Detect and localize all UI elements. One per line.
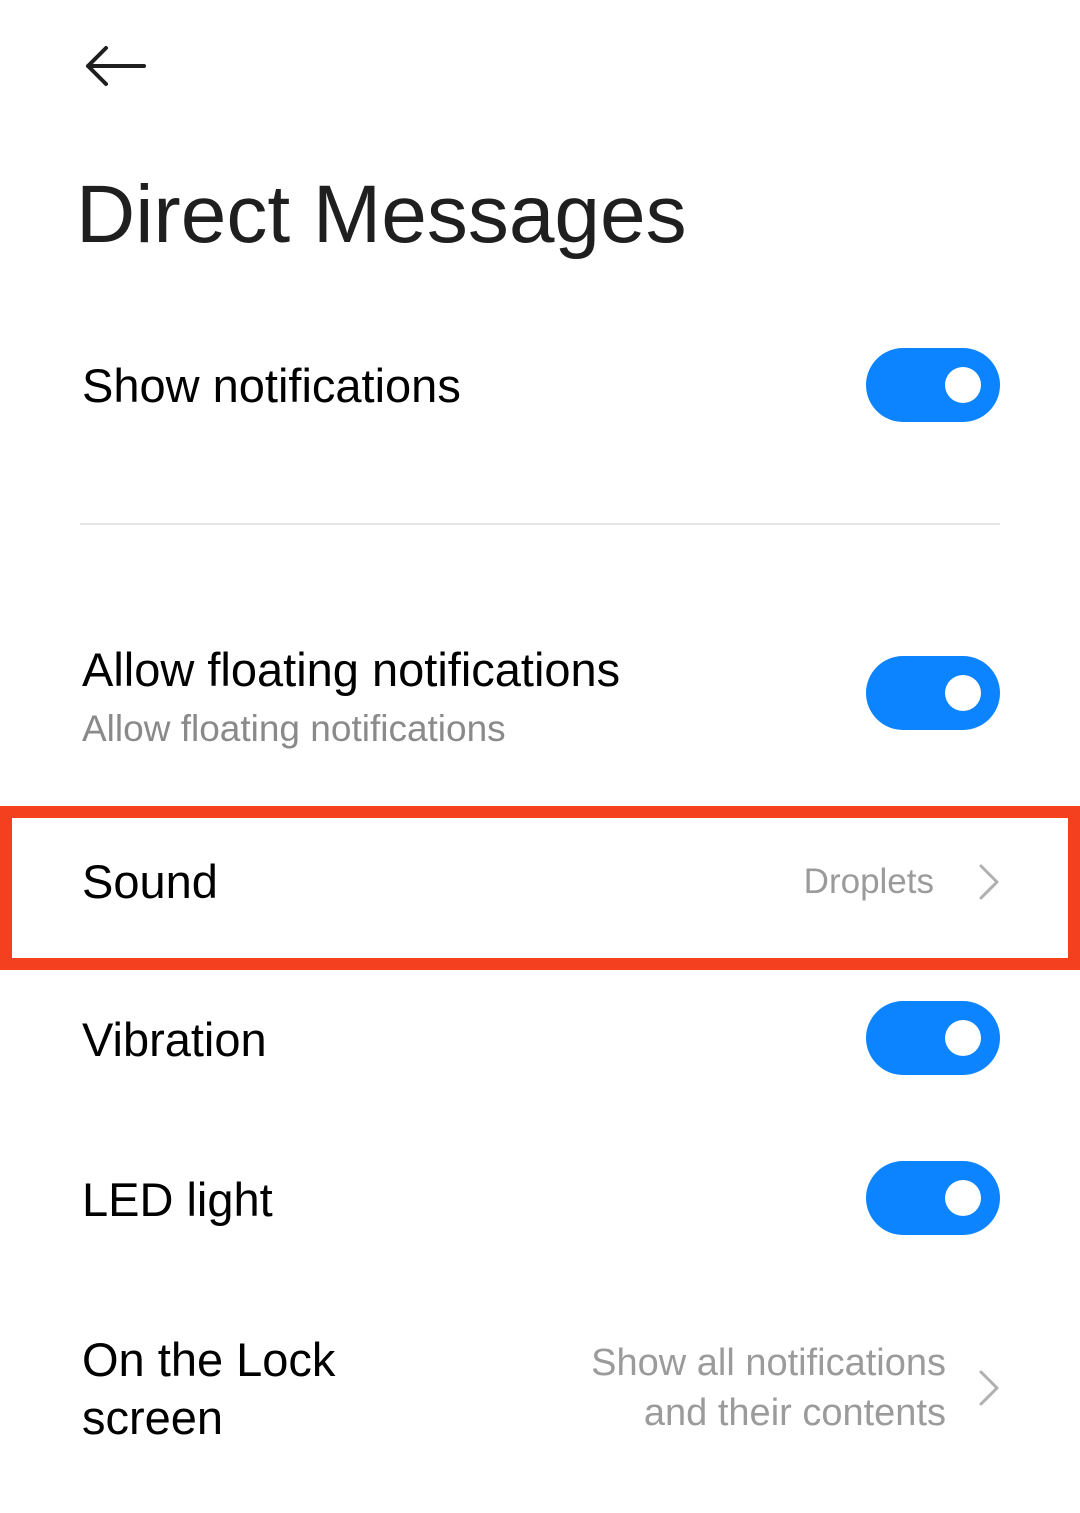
chevron-right-icon	[979, 1370, 999, 1406]
sound-row[interactable]: Sound Droplets	[0, 818, 1080, 958]
toggle-knob	[945, 1180, 981, 1216]
section-divider	[80, 523, 1000, 525]
toggle-knob	[945, 675, 981, 711]
led-light-row[interactable]: LED light	[0, 1150, 1080, 1250]
back-button[interactable]	[70, 30, 160, 104]
page-title: Direct Messages	[76, 169, 687, 260]
lock-screen-value-line1: Show all notifications	[591, 1342, 946, 1384]
floating-notifications-label: Allow floating notifications	[82, 643, 621, 696]
floating-notifications-row[interactable]: Allow floating notifications Allow float…	[0, 630, 1080, 760]
show-notifications-toggle[interactable]	[866, 348, 1000, 422]
floating-notifications-toggle[interactable]	[866, 656, 1000, 730]
toggle-knob	[945, 1020, 981, 1056]
vibration-toggle[interactable]	[866, 1001, 1000, 1075]
lock-screen-value: Show all notifications and their content…	[486, 1338, 946, 1438]
led-light-toggle[interactable]	[866, 1161, 1000, 1235]
sound-value: Droplets	[803, 862, 934, 901]
vibration-row[interactable]: Vibration	[0, 990, 1080, 1090]
show-notifications-label: Show notifications	[82, 359, 461, 412]
lock-screen-value-line2: and their contents	[643, 1392, 946, 1434]
vibration-label: Vibration	[82, 1013, 267, 1066]
arrow-left-icon	[86, 46, 146, 86]
lock-screen-label-line1: On the Lock	[82, 1333, 336, 1386]
toggle-knob	[945, 367, 981, 403]
lock-screen-label-line2: screen	[82, 1391, 224, 1444]
floating-notifications-sublabel: Allow floating notifications	[82, 708, 506, 749]
show-notifications-row[interactable]: Show notifications	[0, 330, 1080, 440]
chevron-right-icon	[979, 864, 999, 900]
led-light-label: LED light	[82, 1173, 273, 1226]
sound-label: Sound	[82, 855, 218, 908]
